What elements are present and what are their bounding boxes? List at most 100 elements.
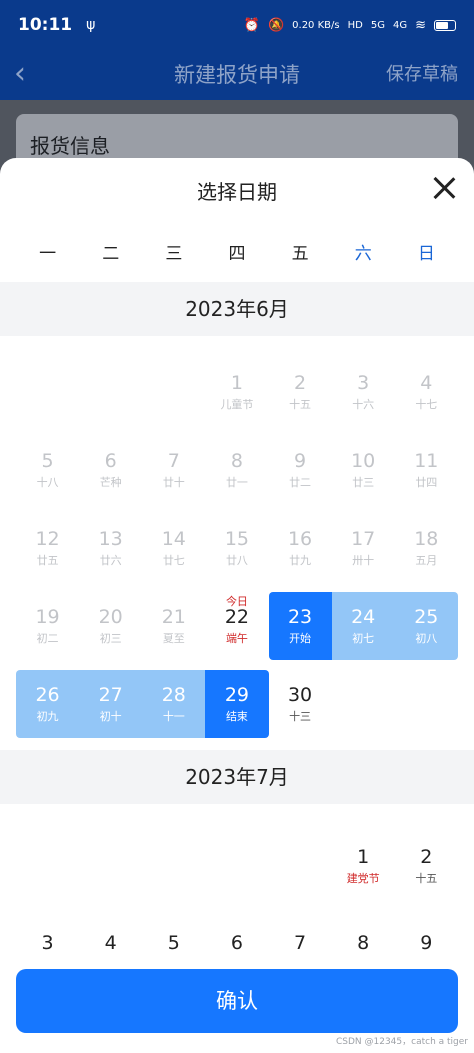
mute-icon: 🔕 (267, 17, 285, 33)
lunar-label: 廿九 (289, 554, 312, 567)
day-cell-in-range[interactable]: 28 十一 (142, 670, 206, 738)
day-cell: 15 廿八 (205, 514, 268, 582)
lunar-label: 廿六 (99, 554, 122, 567)
day-number: 1 (230, 372, 243, 394)
day-number: 13 (98, 528, 123, 550)
section-title: 报货信息 (30, 134, 110, 158)
date-picker-sheet: 选择日期 一 二 三 四 五 六 日 2023年6月 1 儿童节 2 十五 3 十六 … (0, 158, 474, 1053)
day-number: 28 (161, 684, 186, 706)
day-cell: 7 廿十 (142, 436, 205, 504)
lunar-label: 十八 (36, 476, 59, 489)
confirm-button[interactable]: 确认 (16, 969, 458, 1033)
today-label: 今日 (225, 595, 248, 608)
day-number: 6 (104, 450, 117, 472)
day-cell: 12 廿五 (16, 514, 79, 582)
lunar-label: 端午 (225, 632, 248, 645)
day-number: 11 (414, 450, 439, 472)
day-cell: 6 芒种 (79, 436, 142, 504)
day-cell-in-range[interactable]: 26 初九 (16, 670, 80, 738)
day-number: 14 (161, 528, 186, 550)
lunar-label: 十五 (289, 398, 312, 411)
sheet-header: 选择日期 (0, 158, 474, 226)
day-number: 3 (357, 372, 370, 394)
lunar-label: 开始 (289, 632, 312, 645)
month-title-july: 2023年7月 (0, 750, 474, 804)
usb-icon: ψ (86, 17, 96, 33)
day-number: 1 (357, 846, 370, 868)
day-cell: 8 廿一 (205, 436, 268, 504)
lunar-label: 芒种 (99, 476, 122, 489)
day-cell: 4 十七 (395, 358, 458, 426)
day-number: 16 (287, 528, 313, 550)
day-cell: 1 儿童节 (205, 358, 268, 426)
signal-4g: 4G (392, 19, 408, 31)
day-number: 5 (167, 932, 180, 954)
day-number: 2 (420, 846, 433, 868)
day-cell: 5 十八 (16, 436, 79, 504)
day-number: 7 (294, 932, 307, 954)
lunar-label: 卅十 (352, 554, 375, 567)
day-cell-range-start[interactable]: 23 开始 (268, 592, 332, 660)
day-number: 17 (351, 528, 376, 550)
month-grid-june: 1 儿童节 2 十五 3 十六 4 十七 5 十八 6 芒种 7 廿十 8 廿一 9 廿二 10 廿… (0, 336, 474, 738)
day-number: 21 (161, 606, 186, 628)
lunar-label: 建党节 (346, 872, 380, 885)
lunar-label: 初八 (415, 632, 438, 645)
month-title-june: 2023年6月 (0, 282, 474, 336)
day-cell-in-range[interactable]: 24 初七 (331, 592, 395, 660)
day-number: 6 (230, 932, 243, 954)
wifi-icon: ≋ (415, 17, 426, 33)
day-cell[interactable]: 2 十五 (395, 832, 458, 900)
lunar-label: 廿五 (36, 554, 59, 567)
day-number: 9 (294, 450, 307, 472)
day-number: 3 (41, 932, 54, 954)
lunar-label: 十一 (162, 710, 185, 723)
day-cell-today[interactable]: 今日 22 端午 (205, 592, 268, 660)
day-cell[interactable]: 30 十三 (269, 670, 332, 738)
lunar-label: 十六 (352, 398, 375, 411)
weekday-sun: 日 (417, 244, 435, 264)
day-cell: 10 廿三 (332, 436, 395, 504)
day-number: 4 (420, 372, 433, 394)
day-number: 23 (287, 606, 313, 628)
day-cell-in-range[interactable]: 27 初十 (79, 670, 143, 738)
day-cell-range-end[interactable]: 29 结束 (205, 670, 269, 738)
weekday-mon: 一 (39, 244, 57, 264)
day-cell[interactable]: 1 建党节 (332, 832, 395, 900)
app-header: ‹ 新建报货申请 保存草稿 (0, 50, 474, 100)
day-cell: 14 廿七 (142, 514, 205, 582)
hd-badge: HD (347, 19, 363, 31)
day-cell-in-range[interactable]: 25 初八 (394, 592, 458, 660)
weekday-sat: 六 (354, 244, 372, 264)
sheet-footer: 确认 CSDN @12345，catch a tiger (0, 953, 474, 1053)
weekday-tue: 二 (102, 244, 120, 264)
day-cell: 19 初二 (16, 592, 79, 660)
day-number: 15 (224, 528, 250, 550)
day-cell: 20 初三 (79, 592, 142, 660)
lunar-label: 廿十 (162, 476, 185, 489)
lunar-label: 十五 (415, 872, 438, 885)
day-number: 24 (351, 606, 376, 628)
day-number: 5 (41, 450, 54, 472)
day-cell: 13 廿六 (79, 514, 142, 582)
day-number: 27 (98, 684, 123, 706)
close-icon[interactable] (430, 174, 458, 202)
weekday-wed: 三 (165, 244, 183, 264)
month-grid-july: 1 建党节 2 十五 3 4 5 6 7 8 9 (0, 804, 474, 978)
lunar-label: 十七 (415, 398, 438, 411)
day-cell: 11 廿四 (395, 436, 458, 504)
lunar-label: 廿二 (289, 476, 312, 489)
lunar-label: 初三 (99, 632, 122, 645)
weekday-thu: 四 (228, 244, 246, 264)
day-number: 18 (414, 528, 439, 550)
lunar-label: 初二 (36, 632, 59, 645)
save-draft-button[interactable]: 保存草稿 (386, 58, 458, 92)
day-number: 12 (35, 528, 60, 550)
day-cell: 2 十五 (269, 358, 332, 426)
day-number: 29 (224, 684, 250, 706)
day-number: 19 (35, 606, 60, 628)
lunar-label: 初九 (36, 710, 59, 723)
weekday-row: 一 二 三 四 五 六 日 (0, 226, 474, 282)
day-number: 30 (287, 684, 313, 706)
day-number: 10 (351, 450, 376, 472)
